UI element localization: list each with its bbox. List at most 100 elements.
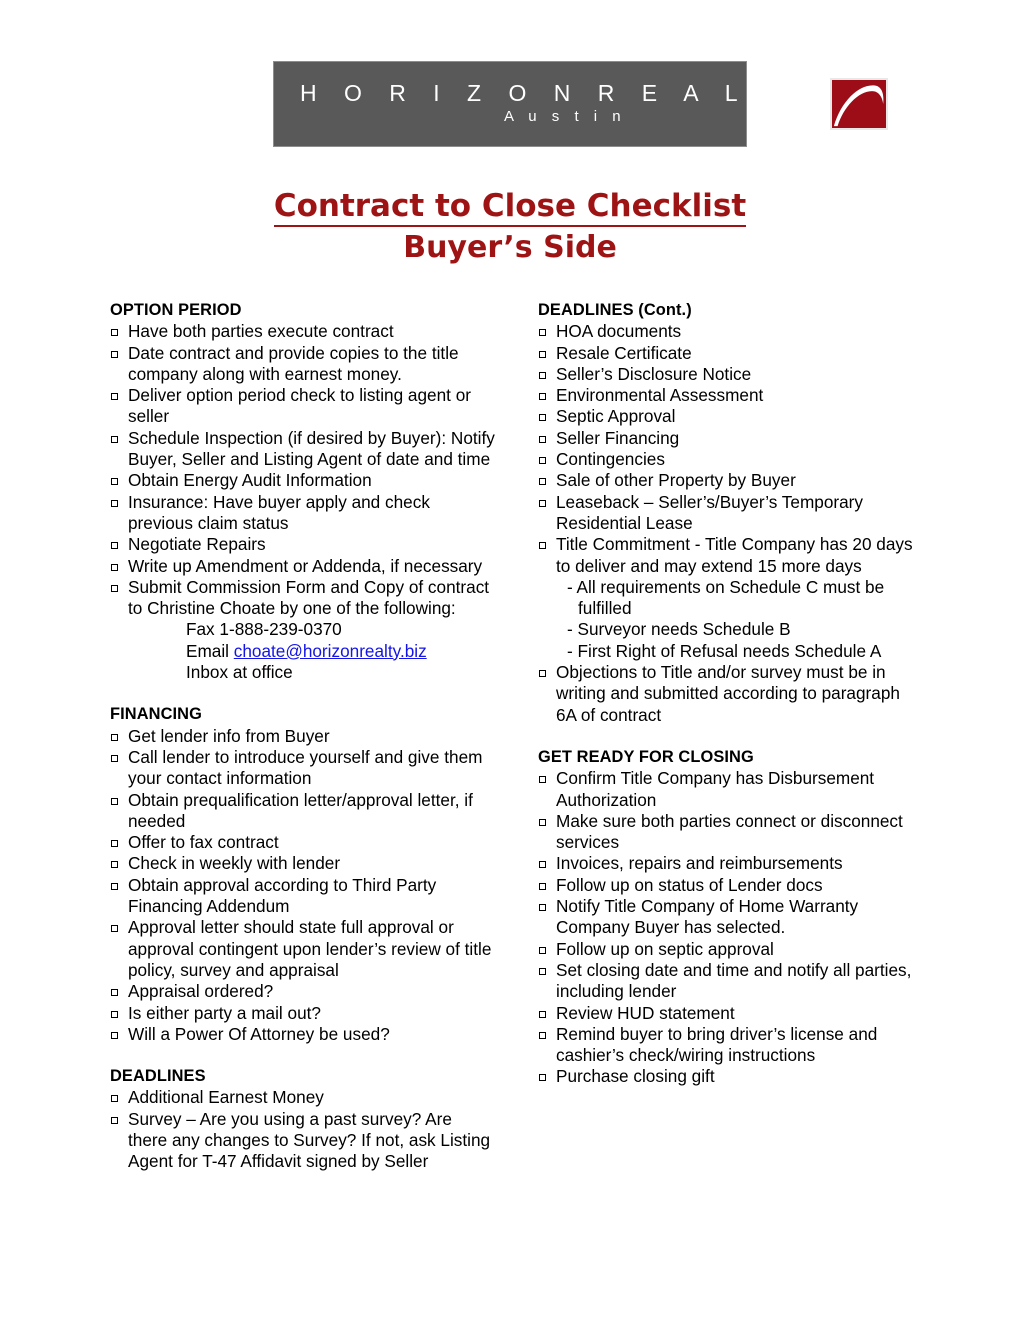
checklist-item[interactable]: Objections to Title and/or survey must b… xyxy=(538,662,923,726)
checklist-deadlines-cont: HOA documents Resale Certificate Seller’… xyxy=(538,321,923,726)
checklist-item[interactable]: Leaseback – Seller’s/Buyer’s Temporary R… xyxy=(538,492,923,535)
checkbox-icon[interactable] xyxy=(111,840,118,848)
checkbox-icon[interactable] xyxy=(111,1095,118,1103)
checkbox-icon[interactable] xyxy=(539,542,546,550)
submission-method-email: Email choate@horizonrealty.biz xyxy=(128,641,495,662)
checklist-item[interactable]: Make sure both parties connect or discon… xyxy=(538,811,923,854)
checkbox-icon[interactable] xyxy=(111,563,118,571)
checkbox-icon[interactable] xyxy=(539,350,546,358)
checklist-item[interactable]: Contingencies xyxy=(538,449,923,470)
checklist-item[interactable]: Will a Power Of Attorney be used? xyxy=(110,1024,495,1045)
checklist-item[interactable]: Negotiate Repairs xyxy=(110,534,495,555)
checkbox-icon[interactable] xyxy=(539,414,546,422)
checkbox-icon[interactable] xyxy=(111,393,118,401)
checkbox-icon[interactable] xyxy=(539,1074,546,1082)
checklist-item[interactable]: Confirm Title Company has Disbursement A… xyxy=(538,768,923,811)
checkbox-icon[interactable] xyxy=(539,946,546,954)
checklist-item[interactable]: Septic Approval xyxy=(538,406,923,427)
checkbox-icon[interactable] xyxy=(539,1031,546,1039)
checklist-item[interactable]: Is either party a mail out? xyxy=(110,1003,495,1024)
checklist-item[interactable]: Follow up on septic approval xyxy=(538,939,923,960)
checklist-item[interactable]: Check in weekly with lender xyxy=(110,853,495,874)
checkbox-icon[interactable] xyxy=(539,861,546,869)
checklist-item[interactable]: Schedule Inspection (if desired by Buyer… xyxy=(110,428,495,471)
checkbox-icon[interactable] xyxy=(111,1116,118,1124)
checkbox-icon[interactable] xyxy=(539,967,546,975)
checkbox-icon[interactable] xyxy=(539,1010,546,1018)
checkbox-icon[interactable] xyxy=(111,882,118,890)
checkbox-icon[interactable] xyxy=(539,499,546,507)
checklist-item[interactable]: Approval letter should state full approv… xyxy=(110,917,495,981)
section-heading-deadlines: DEADLINES xyxy=(110,1067,206,1086)
checkbox-icon[interactable] xyxy=(111,754,118,762)
checklist-item[interactable]: Submit Commission Form and Copy of contr… xyxy=(110,577,495,683)
checkbox-icon[interactable] xyxy=(539,904,546,912)
checklist-item[interactable]: Deliver option period check to listing a… xyxy=(110,385,495,428)
checklist-item[interactable]: Follow up on status of Lender docs xyxy=(538,875,923,896)
checklist-financing: Get lender info from Buyer Call lender t… xyxy=(110,726,495,1045)
checkbox-icon[interactable] xyxy=(111,861,118,869)
checklist-deadlines: Additional Earnest Money Survey – Are yo… xyxy=(110,1087,495,1172)
checkbox-icon[interactable] xyxy=(111,584,118,592)
checklist-item[interactable]: Notify Title Company of Home Warranty Co… xyxy=(538,896,923,939)
checkbox-icon[interactable] xyxy=(111,1031,118,1039)
page-subtitle: Buyer’s Side xyxy=(403,230,617,265)
checklist-item[interactable]: Seller Financing xyxy=(538,428,923,449)
checkbox-icon[interactable] xyxy=(111,329,118,337)
brand-city-name: A u s t i n xyxy=(503,107,627,125)
checkbox-icon[interactable] xyxy=(111,989,118,997)
checkbox-icon[interactable] xyxy=(539,371,546,379)
checkbox-icon[interactable] xyxy=(539,776,546,784)
checklist-item[interactable]: Title Commitment - Title Company has 20 … xyxy=(538,534,923,662)
checkbox-icon[interactable] xyxy=(539,882,546,890)
checkbox-icon[interactable] xyxy=(539,329,546,337)
checklist-item[interactable]: Insurance: Have buyer apply and check pr… xyxy=(110,492,495,535)
checkbox-icon[interactable] xyxy=(111,478,118,486)
email-link[interactable]: choate@horizonrealty.biz xyxy=(234,641,427,661)
checklist-item[interactable]: Remind buyer to bring driver’s license a… xyxy=(538,1024,923,1067)
checklist-item[interactable]: HOA documents xyxy=(538,321,923,342)
checklist-item[interactable]: Set closing date and time and notify all… xyxy=(538,960,923,1003)
checklist-item[interactable]: Purchase closing gift xyxy=(538,1066,923,1087)
checkbox-icon[interactable] xyxy=(539,478,546,486)
left-column: OPTION PERIOD Have both parties execute … xyxy=(110,300,495,1173)
checklist-item[interactable]: Obtain prequalification letter/approval … xyxy=(110,790,495,833)
checkbox-icon[interactable] xyxy=(539,435,546,443)
checkbox-icon[interactable] xyxy=(111,925,118,933)
document-page: { "brand": { "company": "H O R I Z O N R… xyxy=(0,0,1020,1320)
checkbox-icon[interactable] xyxy=(111,733,118,741)
section-heading-option-period: OPTION PERIOD xyxy=(110,301,242,319)
checkbox-icon[interactable] xyxy=(539,670,546,678)
checklist-item[interactable]: Obtain approval according to Third Party… xyxy=(110,875,495,918)
checklist-item[interactable]: Resale Certificate xyxy=(538,343,923,364)
checkbox-icon[interactable] xyxy=(539,457,546,465)
checkbox-icon[interactable] xyxy=(111,435,118,443)
brand-company-name: H O R I Z O N R E A L T Y xyxy=(300,79,831,106)
checklist-item[interactable]: Write up Amendment or Addenda, if necess… xyxy=(110,556,495,577)
checkbox-icon[interactable] xyxy=(111,499,118,507)
checklist-item[interactable]: Sale of other Property by Buyer xyxy=(538,470,923,491)
email-label: Email xyxy=(186,640,234,661)
checkbox-icon[interactable] xyxy=(539,393,546,401)
checkbox-icon[interactable] xyxy=(539,818,546,826)
checkbox-icon[interactable] xyxy=(111,797,118,805)
checklist-columns: OPTION PERIOD Have both parties execute … xyxy=(0,300,1020,1300)
checkbox-icon[interactable] xyxy=(111,350,118,358)
checklist-item[interactable]: Call lender to introduce yourself and gi… xyxy=(110,747,495,790)
checklist-item[interactable]: Invoices, repairs and reimbursements xyxy=(538,853,923,874)
checklist-item[interactable]: Additional Earnest Money xyxy=(110,1087,495,1108)
checklist-item[interactable]: Offer to fax contract xyxy=(110,832,495,853)
checklist-item[interactable]: Survey – Are you using a past survey? Ar… xyxy=(110,1109,495,1173)
checklist-item[interactable]: Have both parties execute contract xyxy=(110,321,495,342)
checklist-item[interactable]: Get lender info from Buyer xyxy=(110,726,495,747)
checkbox-icon[interactable] xyxy=(111,1010,118,1018)
checklist-item[interactable]: Environmental Assessment xyxy=(538,385,923,406)
checkbox-icon[interactable] xyxy=(111,542,118,550)
checklist-item[interactable]: Appraisal ordered? xyxy=(110,981,495,1002)
checklist-item[interactable]: Date contract and provide copies to the … xyxy=(110,343,495,386)
checklist-item[interactable]: Obtain Energy Audit Information xyxy=(110,470,495,491)
checklist-item[interactable]: Seller’s Disclosure Notice xyxy=(538,364,923,385)
checklist-item[interactable]: Review HUD statement xyxy=(538,1003,923,1024)
